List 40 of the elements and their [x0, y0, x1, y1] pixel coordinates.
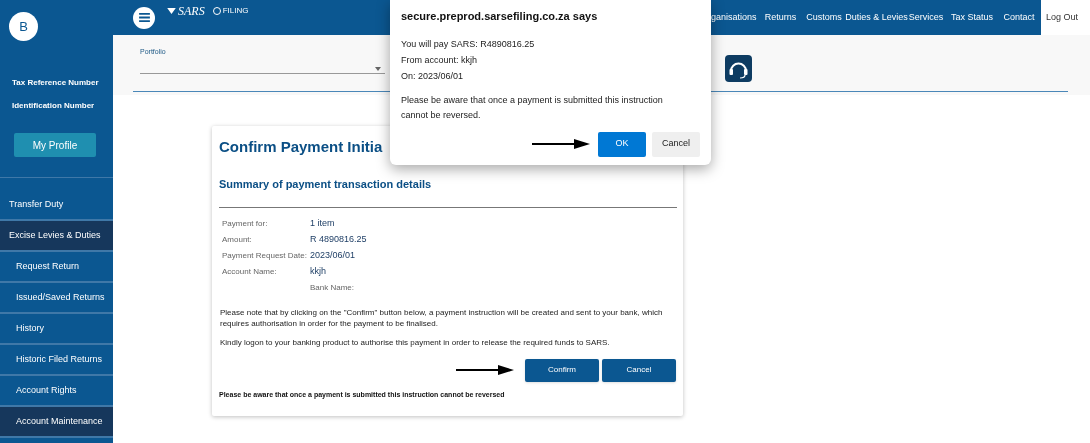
- dialog-text: You will pay SARS: R4890816.25: [401, 37, 536, 51]
- headset-icon[interactable]: [725, 55, 752, 82]
- nav-link[interactable]: ganisations: [711, 0, 757, 35]
- nav-link[interactable]: Returns: [757, 0, 800, 35]
- sidebar-item[interactable]: Excise Levies & Duties: [0, 221, 113, 252]
- menu-icon: [138, 13, 150, 22]
- sidebar-item[interactable]: Account Maintenance: [0, 407, 113, 438]
- arrow-icon: [532, 138, 590, 150]
- identification-label: Identification Number: [12, 100, 95, 112]
- instruction-text: Kindly logon to your banking product to authorise this payment in order to release the required funds to SARS.: [219, 336, 611, 349]
- field-label: Bank Name:: [310, 282, 355, 294]
- dropdown-caret-icon: [375, 66, 381, 71]
- field-value: 1 item: [310, 217, 335, 231]
- field-value: R 4890816.25: [310, 233, 367, 247]
- tax-reference-label: Tax Reference Number: [12, 77, 99, 89]
- field-label: Payment for:: [222, 218, 269, 230]
- field-value: 2023/06/01: [310, 249, 356, 263]
- nav-link[interactable]: Contact: [997, 0, 1041, 35]
- cancel-button[interactable]: Cancel: [602, 358, 676, 382]
- field-label: Payment Request Date:: [222, 250, 308, 262]
- field-value: kkjh: [310, 265, 326, 279]
- section-heading: Summary of payment transaction details: [219, 177, 433, 192]
- profile-button[interactable]: My Profile: [14, 133, 96, 157]
- dialog-text: From account: kkjh: [401, 53, 479, 67]
- notice-text: Please note that by clicking on the "Confirm" button below, a payment instruction will be created and sent to your bank, which requires authorisation in order for the payment to be finalised.: [219, 306, 664, 329]
- dialog-message: Please be aware that once a payment is submitted this instruction cannot be reversed.: [401, 93, 664, 122]
- dialog-title: secure.preprod.sarsefiling.co.za says: [401, 9, 599, 24]
- arrow-icon: [456, 364, 514, 376]
- field-label: Amount:: [222, 234, 253, 246]
- nav-link[interactable]: Log Out: [1041, 0, 1090, 35]
- cancel-button[interactable]: Cancel: [652, 131, 700, 157]
- menu-button[interactable]: [133, 6, 155, 29]
- nav-link[interactable]: Tax Status: [947, 0, 997, 35]
- dialog-text: On: 2023/06/01: [401, 69, 465, 83]
- confirm-button[interactable]: Confirm: [525, 358, 599, 382]
- page-title: Confirm Payment Initia: [219, 137, 383, 157]
- field-label: Account Name:: [222, 266, 278, 278]
- filing-logo: FILING: [222, 4, 249, 17]
- ok-button[interactable]: OK: [598, 131, 646, 157]
- sars-logo: SARS: [178, 2, 205, 20]
